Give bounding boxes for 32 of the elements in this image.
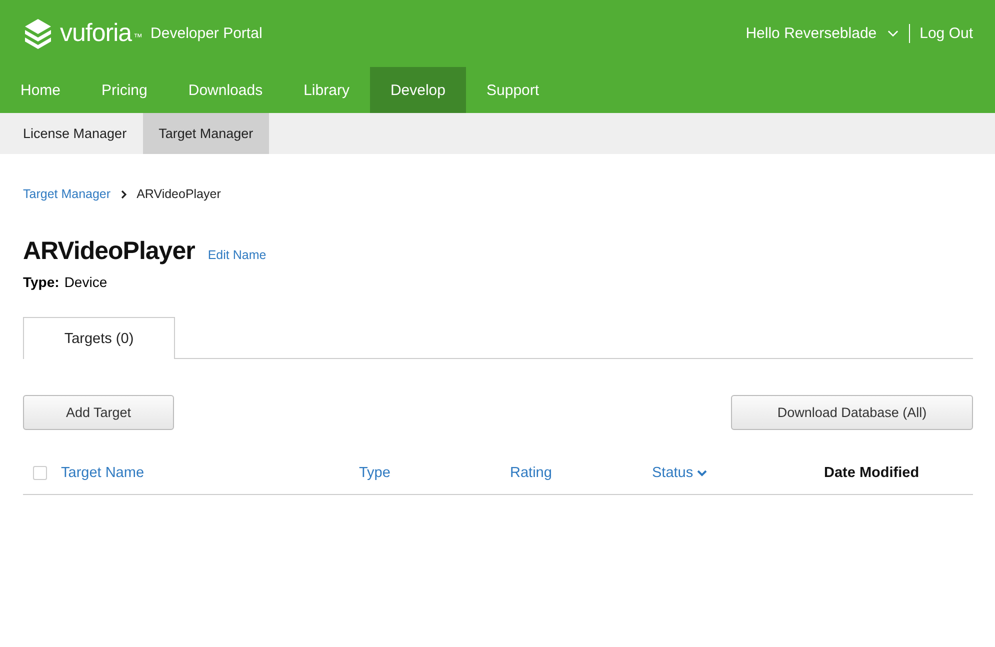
column-header[interactable]: Status [652,465,708,481]
brand-name: vuforia [60,19,132,48]
breadcrumb-link[interactable]: Target Manager [23,187,111,201]
cube-logo-icon [24,18,52,50]
column-header[interactable]: Rating [510,465,552,481]
nav-tab[interactable]: Home [0,67,82,113]
user-menu[interactable]: Hello Reverseblade [746,25,877,42]
download-database-button[interactable]: Download Database (All) [731,395,973,430]
chevron-down-icon [697,470,708,476]
nav-tab[interactable]: Downloads [168,67,284,113]
nav-tab[interactable]: Develop [370,67,466,113]
edit-name-link[interactable]: Edit Name [208,248,266,262]
column-header[interactable]: Target Name [61,465,144,481]
nav-tab[interactable]: Library [283,67,370,113]
logout-link[interactable]: Log Out [920,25,973,42]
add-target-button[interactable]: Add Target [23,395,174,430]
type-value: Device [64,274,108,290]
select-all-checkbox[interactable] [33,466,47,480]
chevron-right-icon [120,190,127,198]
nav-tab[interactable]: Support [466,67,560,113]
chevron-down-icon [886,30,899,38]
portal-subtitle: Developer Portal [150,25,262,42]
column-header[interactable]: Date Modified [824,465,920,481]
column-header[interactable]: Type [359,465,390,481]
trademark-sign: ™ [134,32,143,42]
breadcrumb-current: ARVideoPlayer [136,187,221,201]
nav-tab[interactable]: Pricing [81,67,168,113]
targets-tab[interactable]: Targets (0) [23,317,175,359]
subnav-tab[interactable]: License Manager [0,113,143,154]
page-title: ARVideoPlayer [23,237,195,266]
subnav-tab[interactable]: Target Manager [142,113,270,154]
type-label: Type: [23,274,60,290]
